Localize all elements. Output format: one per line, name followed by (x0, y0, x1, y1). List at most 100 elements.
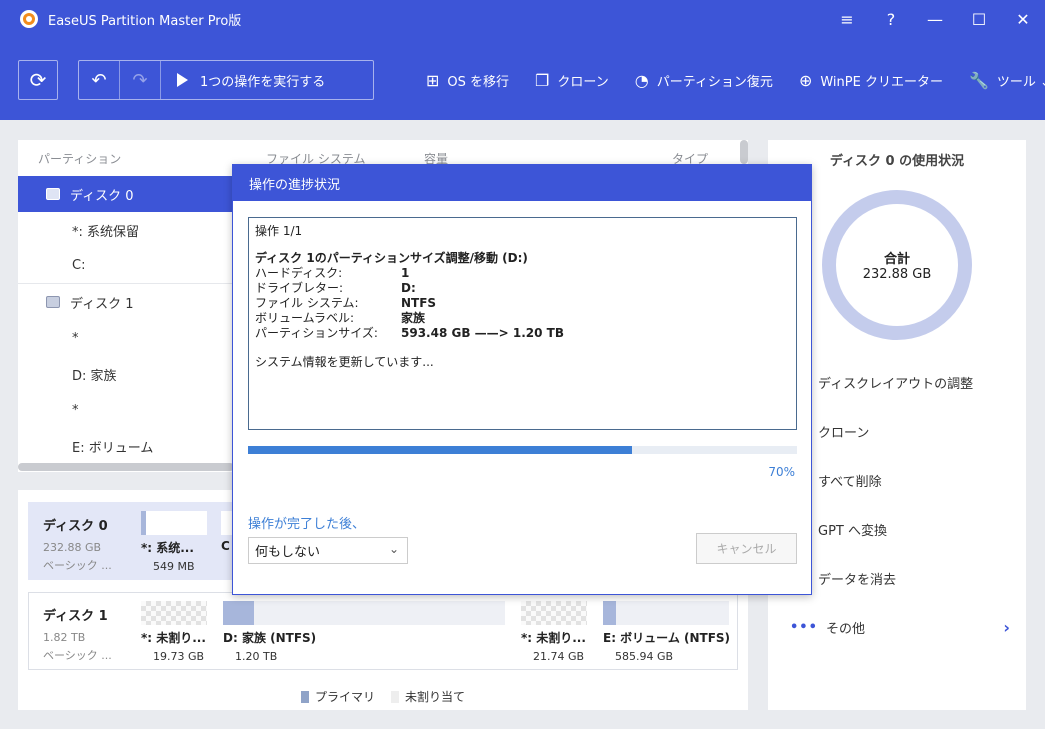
clone-label: クローン (557, 74, 609, 90)
header-partition[interactable]: パーティション (38, 150, 121, 167)
detail-key: ボリュームラベル: (255, 311, 355, 325)
more-dots-icon: ••• (790, 620, 818, 635)
detail-value: D: (401, 281, 416, 295)
partition-recovery-label: パーティション復元 (656, 74, 773, 90)
after-completion-select[interactable]: 何もしない ⌄ (248, 537, 408, 564)
tree-partition-label: * (72, 330, 79, 346)
tree-partition-label: C: (72, 258, 86, 273)
total-value: 232.88 GB (862, 267, 932, 282)
partition-size: 21.74 GB (533, 650, 585, 663)
total-label: 合計 (883, 252, 910, 267)
window-controls: ≡ ? — ☐ ✕ (825, 0, 1045, 38)
disk-size: 1.82 TB (43, 631, 86, 644)
detail-key: ドライブレター: (255, 281, 344, 295)
detail-row: ドライブレター: D: (255, 281, 790, 296)
undo-button[interactable]: ↶ (79, 61, 120, 99)
tree-partition-unallocated-2[interactable]: * (18, 392, 232, 428)
detail-row: パーティションサイズ: 593.48 GB ——> 1.20 TB (255, 326, 790, 341)
tree-disk-0[interactable]: ディスク 0 (18, 176, 232, 212)
clone-button[interactable]: ❐ クローン (535, 71, 609, 90)
action-convert-gpt[interactable]: GPT へ変換 (818, 520, 887, 539)
tree-partition-system-reserved[interactable]: *: 系统保留 (18, 212, 232, 248)
detail-key: パーティションサイズ: (255, 326, 378, 340)
tools-label: ツール ⌄ (996, 74, 1045, 90)
tree-partition-e[interactable]: E: ボリューム (18, 428, 232, 464)
select-value: 何もしない (255, 545, 321, 560)
tree-disk-1[interactable]: ディスク 1 (18, 284, 232, 320)
app-title: EaseUS Partition Master Pro版 (48, 13, 242, 29)
detail-key: ハードディスク: (255, 266, 343, 280)
execute-operations-button[interactable]: 1つの操作を実行する (161, 61, 325, 99)
disk-card-1[interactable]: ディスク 1 1.82 TB ベーシック ... *: 未割り... 19.73… (28, 592, 738, 670)
action-adjust-layout[interactable]: ディスクレイアウトの調整 (818, 373, 973, 392)
partition-recovery-button[interactable]: ◔ パーティション復元 (635, 71, 773, 90)
partition-block[interactable]: D: 家族 (NTFS) 1.20 TB (223, 601, 505, 663)
progress-dialog: 操作の進捗状況 操作 1/1 ディスク 1のパーティションサイズ調整/移動 (D… (232, 164, 812, 595)
tree-partition-label: *: 系统保留 (72, 224, 140, 240)
partition-block[interactable]: *: 未割り... 19.73 GB (141, 601, 207, 663)
disk-map-legend: プライマリ 未割り当て (18, 688, 748, 705)
close-button[interactable]: ✕ (1001, 0, 1045, 38)
legend-primary: プライマリ (300, 688, 375, 705)
detail-row: ハードディスク: 1 (255, 266, 790, 281)
partition-block[interactable]: *: 未割り... 21.74 GB (521, 601, 587, 663)
disk-icon (46, 188, 60, 200)
detail-row: ファイル システム: NTFS (255, 296, 790, 311)
pie-recover-icon: ◔ (634, 70, 649, 90)
partition-size: 19.73 GB (153, 650, 205, 663)
execute-label: 1つの操作を実行する (200, 74, 326, 90)
refresh-button[interactable]: ⟳ (18, 60, 58, 100)
refresh-icon: ⟳ (29, 68, 47, 92)
minimize-button[interactable]: — (913, 0, 957, 38)
tools-icon: 🔧 (968, 70, 989, 90)
migrate-os-button[interactable]: ⊞ OS を移行 (426, 71, 509, 90)
partition-label: *: 系统... (141, 541, 194, 555)
tree-partition-c[interactable]: C: (18, 248, 232, 284)
unallocated-bar (141, 601, 207, 625)
partition-block[interactable]: E: ボリューム (NTFS) 585.94 GB (603, 601, 731, 663)
disk-name: ディスク 0 (43, 519, 108, 534)
vertical-scrollbar[interactable] (740, 140, 748, 164)
detail-value: 1 (401, 266, 410, 280)
usage-fill (141, 511, 147, 535)
progress-fill (248, 446, 633, 454)
tree-partition-label: E: ボリューム (72, 440, 154, 456)
usage-fill (223, 601, 255, 625)
action-delete-all[interactable]: すべて削除 (818, 471, 882, 490)
redo-button[interactable]: ↷ (120, 61, 161, 99)
legend-unallocated: 未割り当て (391, 688, 465, 705)
detail-value: NTFS (401, 296, 437, 310)
operation-counter: 操作 1/1 (255, 224, 303, 238)
partition-label: E: ボリューム (NTFS) (603, 631, 731, 645)
tools-menu-button[interactable]: 🔧 ツール ⌄ (969, 71, 1045, 90)
tree-disk-label: ディスク 0 (70, 188, 134, 204)
title-bar: EaseUS Partition Master Pro版 ≡ ? — ☐ ✕ (0, 0, 1045, 38)
action-wipe-data[interactable]: データを消去 (818, 569, 896, 588)
legend-unallocated-label: 未割り当て (405, 690, 466, 704)
disk-type: ベーシック ... (43, 649, 112, 662)
tree-partition-unallocated-1[interactable]: * (18, 320, 232, 356)
more-label: その他 (825, 622, 865, 637)
partition-label: *: 未割り... (141, 631, 206, 645)
migrate-os-label: OS を移行 (447, 74, 510, 90)
menu-button[interactable]: ≡ (825, 0, 869, 38)
disk-size: 232.88 GB (43, 541, 102, 554)
toolbar: ⟳ ↶ ↷ 1つの操作を実行する ⊞ OS を移行 ❐ クローン ◔ パーティシ… (0, 38, 1045, 120)
partition-block[interactable]: *: 系统... 549 MB (141, 511, 207, 573)
tree-partition-d[interactable]: D: 家族 (18, 356, 232, 392)
help-button[interactable]: ? (869, 0, 913, 38)
cancel-button[interactable]: キャンセル (696, 533, 797, 564)
tree-disk-label: ディスク 1 (70, 296, 134, 312)
winpe-creator-button[interactable]: ⊕ WinPE クリエーター (799, 71, 943, 90)
more-actions-button[interactable]: ••• その他 › (790, 618, 1010, 637)
disk-icon (46, 296, 60, 308)
partition-label: D: 家族 (NTFS) (223, 631, 317, 645)
chevron-right-icon: › (1003, 618, 1010, 637)
status-text: システム情報を更新しています... (255, 355, 434, 369)
tree-partition-label: D: 家族 (72, 368, 117, 384)
horizontal-scrollbar[interactable] (18, 463, 234, 471)
action-clone[interactable]: クローン (818, 422, 869, 441)
donut-center: 合計 232.88 GB (822, 248, 972, 282)
partition-size: 585.94 GB (615, 650, 674, 663)
maximize-button[interactable]: ☐ (957, 0, 1001, 38)
